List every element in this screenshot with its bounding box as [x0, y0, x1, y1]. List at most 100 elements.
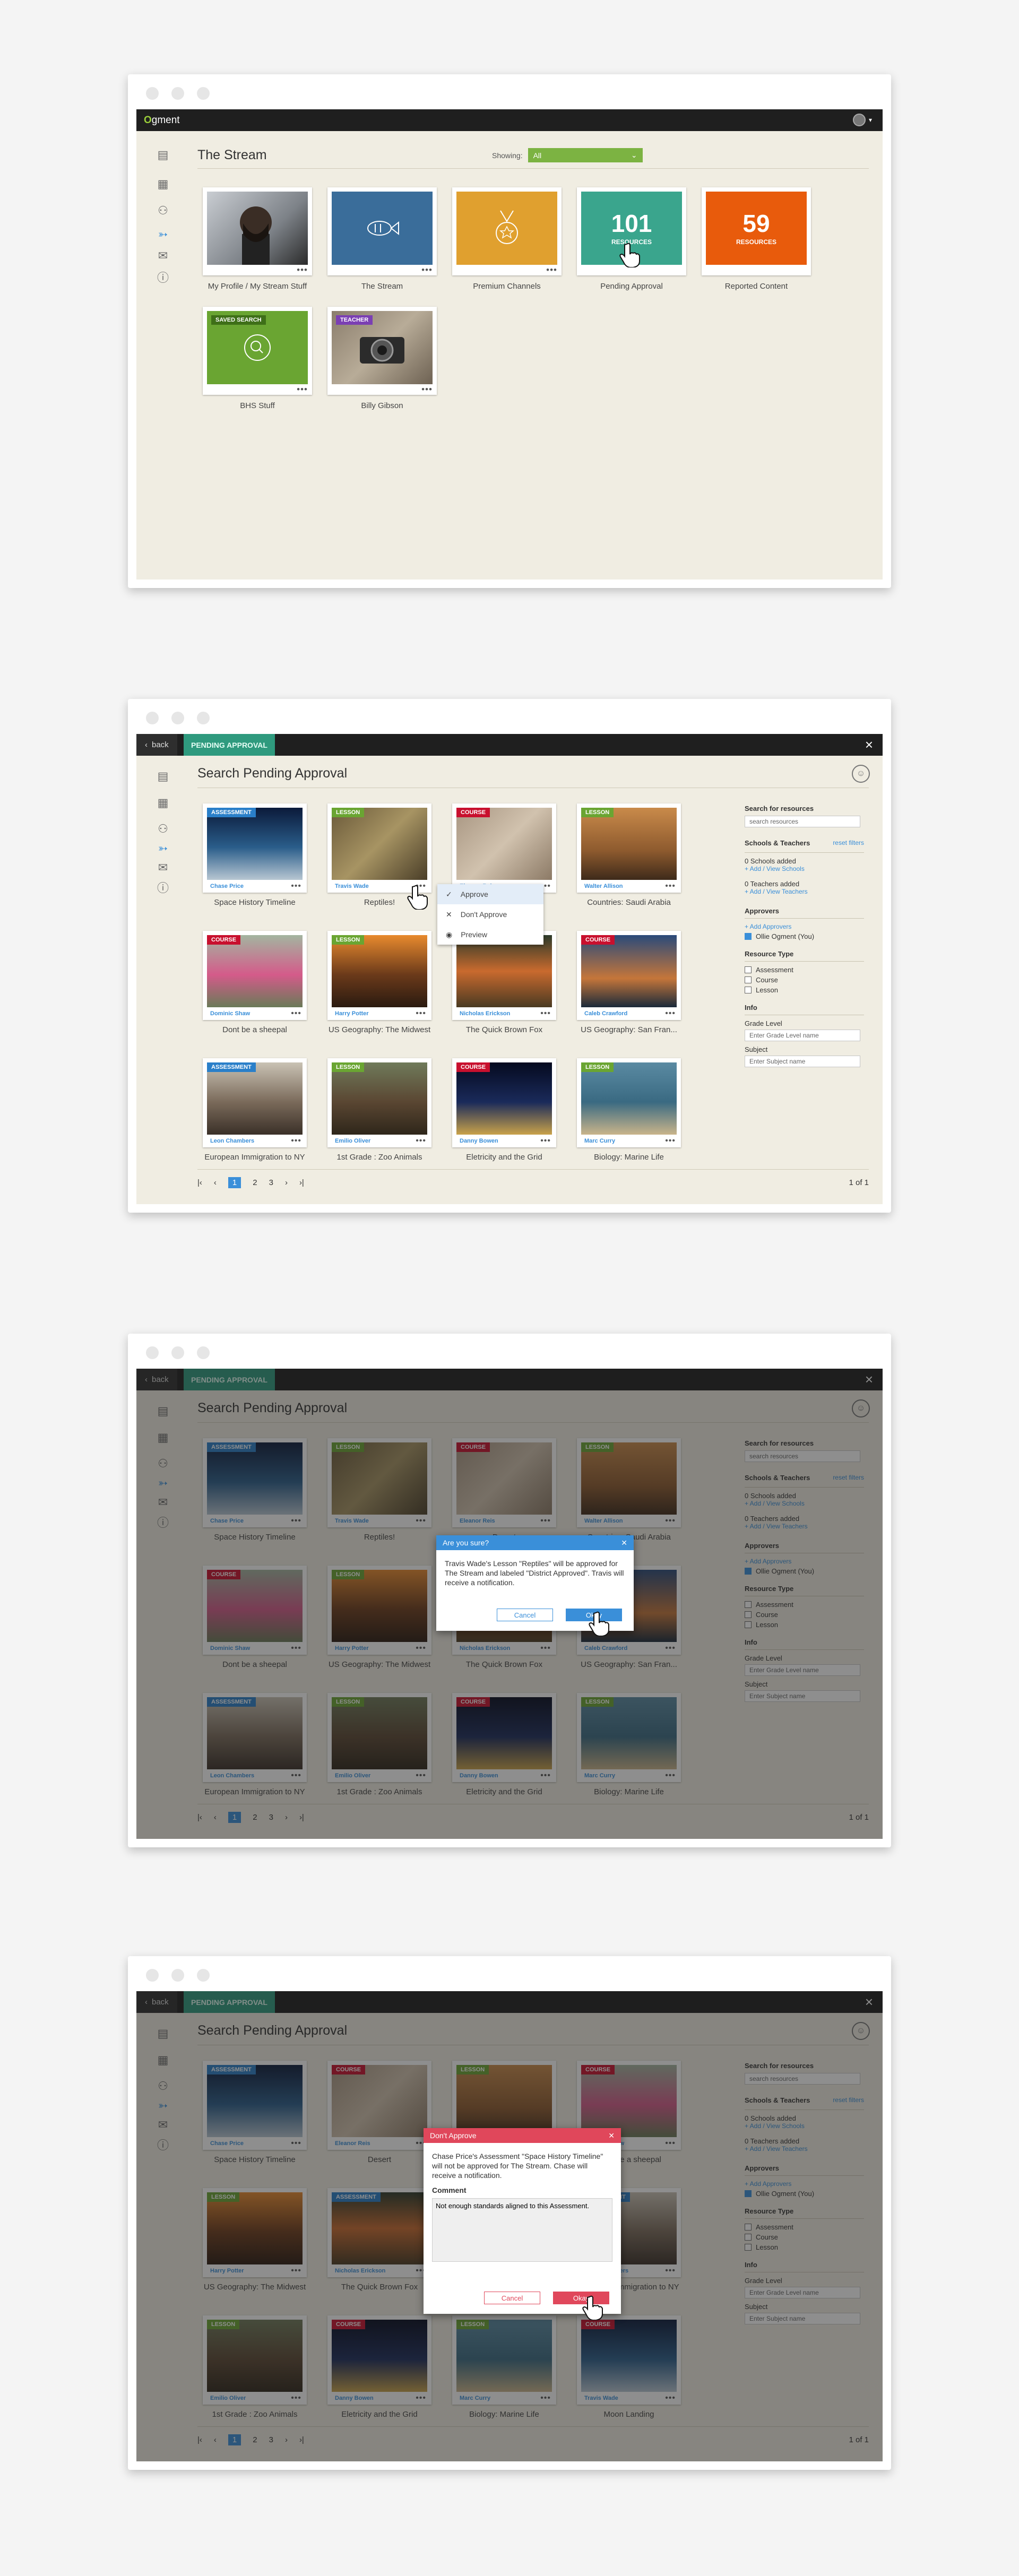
reject-dialog: Don't Approve ✕ Chase Price's Assessment "…	[424, 2128, 621, 2314]
window-dot	[171, 1969, 184, 1982]
more-options-icon[interactable]: •••	[416, 1009, 426, 1018]
author-link[interactable]: Leon Chambers	[210, 1138, 254, 1144]
author-link[interactable]: Nicholas Erickson	[460, 1010, 510, 1017]
last-page-icon[interactable]: ›|	[299, 1178, 304, 1187]
more-options-icon[interactable]: •••	[421, 265, 433, 274]
resource-tile[interactable]: COURSE Danny Bowen ••• Eletricity and the G…	[452, 1058, 556, 1162]
type-label: Lesson	[756, 986, 778, 994]
page-3[interactable]: 3	[269, 1178, 273, 1187]
reset-filters-link[interactable]: reset filters	[833, 839, 864, 850]
author-link[interactable]: Harry Potter	[335, 1010, 369, 1017]
next-page-icon[interactable]: ›	[285, 1178, 288, 1187]
fish-icon[interactable]: ➳	[154, 227, 172, 243]
checkbox[interactable]	[745, 976, 752, 983]
tile-bhs-stuff[interactable]: SAVED SEARCH ••• BHS Stuff	[203, 307, 312, 410]
author-link[interactable]: Emilio Oliver	[335, 1138, 370, 1144]
resource-tile[interactable]: LESSON Marc Curry •••Biology: Marine Life	[577, 1058, 681, 1162]
add-schools-link[interactable]: + Add / View Schools	[745, 865, 864, 872]
resource-tile[interactable]: ASSESSMENT Chase Price ••• Space History Ti…	[203, 803, 307, 907]
people-icon[interactable]: ⚇	[154, 821, 172, 837]
people-icon[interactable]: ⚇	[154, 203, 172, 219]
fish-icon[interactable]: ➳	[154, 841, 172, 857]
resource-tile[interactable]: LESSON Walter Allison ••• Countries: Saudi …	[577, 803, 681, 907]
more-options-icon[interactable]: •••	[297, 265, 308, 274]
author-link[interactable]: Travis Wade	[335, 883, 369, 889]
checkbox[interactable]	[745, 966, 752, 973]
app-logo[interactable]: Ogment	[144, 115, 180, 126]
close-icon[interactable]: ✕	[621, 1538, 627, 1548]
more-options-icon[interactable]: •••	[291, 1136, 301, 1146]
tile-billy-gibson[interactable]: TEACHER ••• Billy Gibson	[327, 307, 437, 410]
stream-icon[interactable]: ▤	[154, 768, 172, 784]
more-options-icon[interactable]: •••	[421, 385, 433, 394]
menu-preview[interactable]: ◉ Preview	[437, 924, 543, 945]
page-1[interactable]: 1	[228, 1177, 241, 1188]
cancel-button[interactable]: Cancel	[484, 2292, 540, 2304]
user-menu[interactable]: ▾	[852, 114, 872, 126]
pending-approval-tab[interactable]: PENDING APPROVAL	[184, 734, 275, 756]
more-options-icon[interactable]: •••	[416, 1136, 426, 1146]
subject-input[interactable]: Enter Subject name	[745, 1056, 860, 1067]
menu-approve[interactable]: ✓ Approve	[437, 884, 543, 904]
calendar-icon[interactable]: ▦	[154, 176, 172, 192]
back-button[interactable]: ‹ back	[136, 734, 177, 756]
search-input[interactable]: search resources	[745, 816, 860, 827]
more-options-icon[interactable]: •••	[540, 1009, 551, 1018]
approver-checkbox[interactable]: Ollie Ogment (You)	[745, 932, 864, 940]
add-approvers-link[interactable]: + Add Approvers	[745, 923, 864, 930]
mail-alert-icon[interactable]: ✉	[154, 248, 172, 264]
checkbox-checked[interactable]	[745, 933, 752, 940]
mail-alert-icon[interactable]: ✉	[154, 860, 172, 876]
info-heading: Info	[745, 1004, 757, 1012]
prev-page-icon[interactable]: ‹	[214, 1178, 217, 1187]
more-options-icon[interactable]: •••	[665, 881, 676, 891]
checkbox[interactable]	[745, 987, 752, 993]
check-icon: ✓	[446, 889, 452, 898]
author-link[interactable]: Chase Price	[210, 883, 244, 889]
author-link[interactable]: Walter Allison	[584, 883, 623, 889]
author-link[interactable]: Danny Bowen	[460, 1138, 498, 1144]
first-page-icon[interactable]: |‹	[197, 1178, 202, 1187]
more-options-icon[interactable]: •••	[297, 385, 308, 394]
resource-tile[interactable]: LESSON Emilio Oliver ••• 1st Grade : Zoo An…	[327, 1058, 431, 1162]
more-options-icon[interactable]: •••	[291, 881, 301, 891]
type-checkbox[interactable]: Assessment	[745, 966, 864, 974]
more-options-icon[interactable]: •••	[540, 1136, 551, 1146]
hand-cursor-icon	[589, 1611, 609, 1636]
more-options-icon[interactable]: •••	[291, 1009, 301, 1018]
grade-input[interactable]: Enter Grade Level name	[745, 1030, 860, 1041]
calendar-icon[interactable]: ▦	[154, 795, 172, 811]
more-options-icon[interactable]: •••	[546, 265, 557, 274]
more-options-icon[interactable]: •••	[665, 1009, 676, 1018]
close-icon[interactable]: ×	[865, 737, 873, 753]
resource-thumbnail	[207, 1062, 303, 1135]
comment-field[interactable]: Not enough standards aligned to this Ass…	[432, 2198, 612, 2262]
tile-reported-content[interactable]: 59 RESOURCES Reported Content	[702, 187, 811, 291]
tile-pending-approval[interactable]: 101 RESOURCES Pending Approval	[577, 187, 686, 291]
author-link[interactable]: Marc Curry	[584, 1138, 615, 1144]
menu-dont-approve[interactable]: ✕ Don't Approve	[437, 904, 543, 924]
add-teachers-link[interactable]: + Add / View Teachers	[745, 888, 864, 895]
resource-tile[interactable]: ASSESSMENTNicholas Erickson•••The Quick …	[452, 931, 556, 1034]
resource-tile[interactable]: COURSE Dominic Shaw ••• Dont be a sheepal	[203, 931, 307, 1034]
resource-tile[interactable]: ASSESSMENT Leon Chambers ••• European Immig…	[203, 1058, 307, 1162]
tile-my-profile[interactable]: ••• My Profile / My Stream Stuff	[203, 187, 312, 291]
type-checkbox[interactable]: Course	[745, 976, 864, 984]
help-icon[interactable]: ⓘ	[154, 270, 172, 286]
tile-premium-channels[interactable]: ••• Premium Channels	[452, 187, 562, 291]
page-2[interactable]: 2	[253, 1178, 257, 1187]
profile-settings-icon[interactable]: ☺	[852, 765, 870, 783]
author-link[interactable]: Dominic Shaw	[210, 1010, 250, 1017]
tile-the-stream[interactable]: ••• The Stream	[327, 187, 437, 291]
help-icon[interactable]: ⓘ	[154, 880, 172, 896]
resource-tile[interactable]: COURSE Caleb Crawford ••• US Geography: San…	[577, 931, 681, 1034]
author-link[interactable]: Caleb Crawford	[584, 1010, 627, 1017]
cancel-button[interactable]: Cancel	[497, 1609, 553, 1621]
stream-icon[interactable]: ▤	[154, 147, 172, 163]
more-options-icon[interactable]: •••	[665, 1136, 676, 1146]
close-icon[interactable]: ✕	[608, 2131, 615, 2140]
pagination: |‹ ‹ 1 2 3 › ›| 1 of 1	[197, 1172, 869, 1193]
showing-select[interactable]: All ⌄	[528, 148, 643, 162]
resource-tile[interactable]: LESSON Harry Potter ••• US Geography: The M…	[327, 931, 431, 1034]
type-checkbox[interactable]: Lesson	[745, 986, 864, 994]
